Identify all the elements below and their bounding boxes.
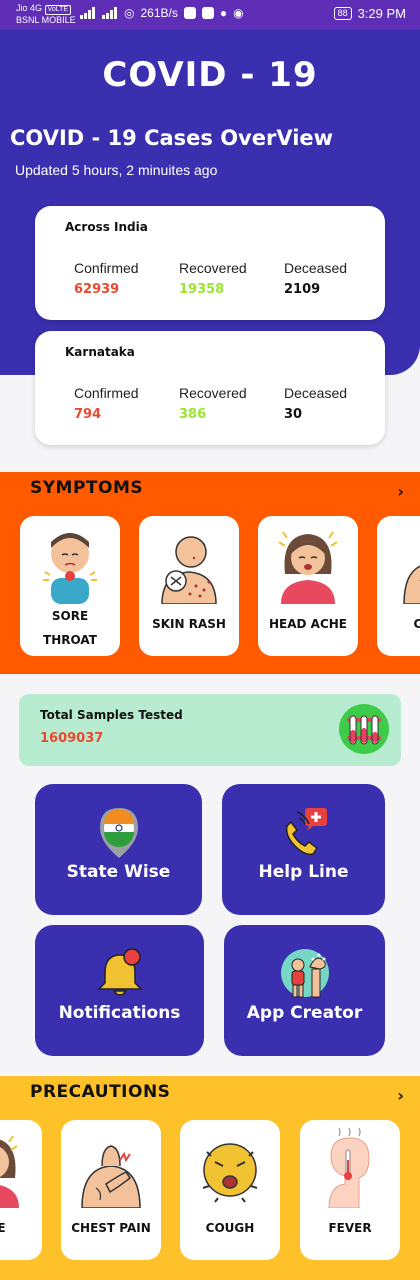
app-creator-button[interactable]: App Creator [224,925,385,1056]
help-line-label: Help Line [258,862,349,882]
carrier-secondary: BSNL MOBILE [16,15,76,25]
samples-label: Total Samples Tested [40,708,183,722]
carrier-info: Jio 4G VoLTE BSNL MOBILE [16,3,76,26]
status-bar: Jio 4G VoLTE BSNL MOBILE ◎ 261B/s ● ◉ 88… [0,0,420,30]
state-wise-label: State Wise [66,862,171,882]
symptoms-title: SYMPTOMS [30,478,144,498]
recovered-value: 386 [179,407,207,422]
recovered-value: 19358 [179,282,225,297]
confirmed-value: 794 [74,407,102,422]
precautions-section: PRECAUTIONS › CHE CHEST PAIN COUGH [0,1076,420,1280]
head-ache-icon [278,531,338,604]
deceased-stat: Deceased 30 [284,385,347,422]
precaution-cough[interactable]: COUGH [180,1120,280,1260]
precaution-fever[interactable]: FEVER [300,1120,400,1260]
signal-icon [80,7,96,19]
samples-value: 1609037 [40,731,104,746]
clock: 3:29 PM [357,6,406,21]
recovered-stat: Recovered 19358 [179,260,247,297]
precaution-label: CHEST PAIN [71,1221,151,1235]
volte-badge: VoLTE [44,5,72,15]
symptom-sore-throat[interactable]: SORE THROAT [20,516,120,656]
india-stats-card[interactable]: Across India Confirmed 62939 Recovered 1… [35,206,385,320]
region-name: Karnataka [65,345,135,359]
bell-icon [96,948,143,996]
cough-icon [202,1143,258,1203]
precaution-head-ache[interactable]: CHE [0,1120,42,1260]
symptom-label: SKIN RASH [152,617,226,631]
signal-icon-2 [102,7,118,19]
phone-medical-icon [285,808,327,856]
app-creator-label: App Creator [246,1003,363,1023]
chat-icon: ● [219,6,228,20]
precaution-label: CHE [0,1221,6,1235]
confirmed-value: 62939 [74,282,120,297]
chest-pain-icon [81,1145,141,1208]
deceased-label: Deceased [284,385,348,401]
deceased-value: 30 [284,407,303,422]
india-location-pin-icon [99,808,138,858]
symptom-skin-rash[interactable]: SKIN RASH [139,516,239,656]
help-line-button[interactable]: Help Line [222,784,385,915]
symptom-label-line1: SORE [51,609,89,623]
notifications-button[interactable]: Notifications [35,925,204,1056]
samples-card[interactable]: Total Samples Tested 1609037 [19,694,401,766]
network-speed: 261B/s [140,6,178,20]
confirmed-stat: Confirmed 62939 [74,260,139,297]
updated-timestamp: Updated 5 hours, 2 minuites ago [15,162,218,178]
precaution-chest-pain[interactable]: CHEST PAIN [61,1120,161,1260]
chest-icon [403,565,420,604]
precaution-label: COUGH [205,1221,255,1235]
symptom-label: HEAD ACHE [269,617,347,631]
confirmed-label: Confirmed [74,260,139,276]
deceased-label: Deceased [284,260,348,276]
app-creator-avatar-icon [280,949,329,998]
hotspot-icon: ◎ [124,6,135,20]
precaution-label: FEVER [328,1221,372,1235]
sore-throat-icon [43,533,97,604]
chevron-right-icon[interactable]: › [397,1086,404,1105]
notifications-label: Notifications [58,1003,181,1023]
app-title: COVID - 19 [102,55,318,95]
symptoms-section: SYMPTOMS › SORE THROAT SKIN RASH HEAD AC… [0,472,420,674]
confirmed-stat: Confirmed 794 [74,385,139,422]
recovered-label: Recovered [179,260,247,276]
region-name: Across India [65,220,148,234]
status-indicators: ◎ 261B/s ● ◉ [80,6,244,20]
recovered-label: Recovered [179,385,247,401]
symptom-chest[interactable]: CHE [377,516,420,656]
confirmed-label: Confirmed [74,385,139,401]
skin-rash-icon [161,536,217,604]
overview-title: COVID - 19 Cases OverView [10,126,334,150]
state-wise-button[interactable]: State Wise [35,784,202,915]
deceased-value: 2109 [284,282,321,297]
head-ache-icon [0,1135,19,1208]
carrier-primary: Jio 4G [16,3,43,13]
symptom-head-ache[interactable]: HEAD ACHE [258,516,358,656]
status-right: 88 3:29 PM [333,6,406,21]
recovered-stat: Recovered 386 [179,385,247,422]
battery-icon: 88 [333,7,352,20]
symptom-label-line2: THROAT [43,633,97,647]
test-tubes-icon [339,704,389,754]
fever-icon [328,1128,370,1208]
symptom-label: CHE [413,617,420,631]
whatsapp-icon: ◉ [233,6,244,20]
youtube-icon [201,7,214,19]
app-notification-icon [183,7,196,19]
precautions-title: PRECAUTIONS [30,1082,171,1102]
karnataka-stats-card[interactable]: Karnataka Confirmed 794 Recovered 386 De… [35,331,385,445]
chevron-right-icon[interactable]: › [397,482,404,501]
deceased-stat: Deceased 2109 [284,260,347,297]
